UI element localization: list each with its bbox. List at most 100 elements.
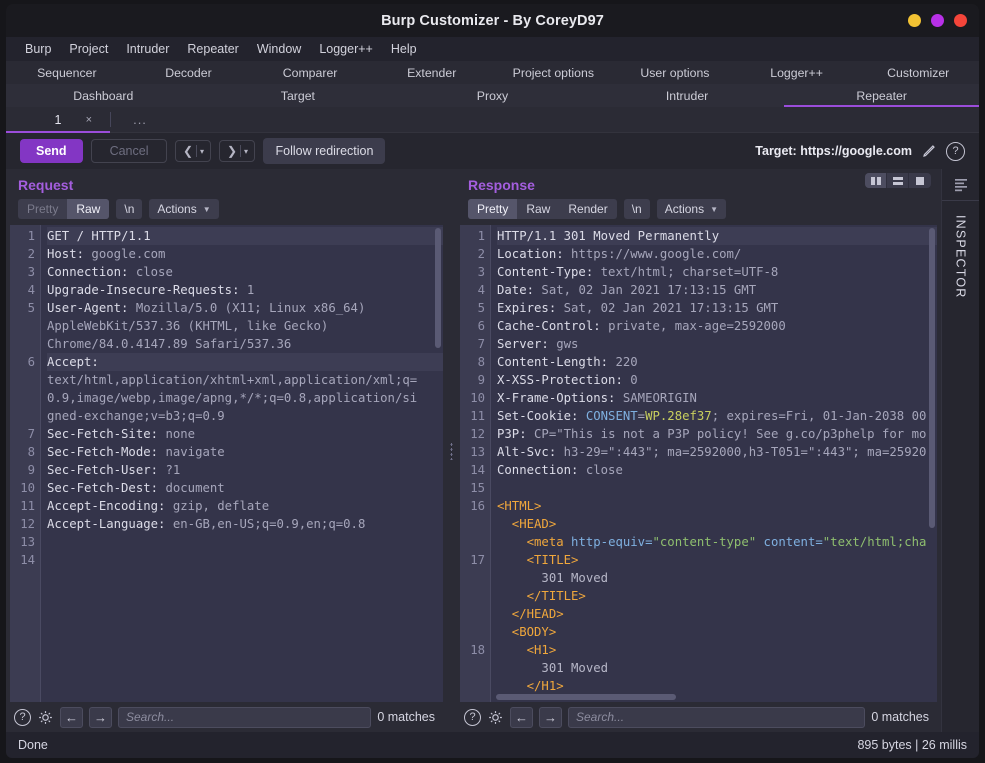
response-vertical-scrollbar[interactable] <box>929 228 935 528</box>
response-actions-label: Actions <box>664 202 705 216</box>
tab-user-options[interactable]: User options <box>614 61 736 84</box>
menu-help[interactable]: Help <box>382 39 426 59</box>
tab-loggerpp[interactable]: Logger++ <box>736 61 858 84</box>
response-horizontal-scrollbar[interactable] <box>496 694 676 700</box>
tab-project-options[interactable]: Project options <box>493 61 615 84</box>
response-newline-toggle[interactable]: \n <box>623 199 650 219</box>
request-newline-toggle[interactable]: \n <box>116 199 143 219</box>
chevron-down-icon: ▾ <box>244 146 249 156</box>
response-tab-render[interactable]: Render <box>559 199 616 219</box>
code-token: Server: <box>497 337 557 351</box>
menu-bar: Burp Project Intruder Repeater Window Lo… <box>6 37 979 61</box>
gear-icon[interactable] <box>37 709 54 726</box>
menu-intruder[interactable]: Intruder <box>117 39 178 59</box>
line-number: 14 <box>470 463 485 477</box>
request-tab-pretty[interactable]: Pretty <box>18 199 67 219</box>
window-controls <box>908 4 967 37</box>
menu-loggerpp[interactable]: Logger++ <box>310 39 382 59</box>
tab-extender[interactable]: Extender <box>371 61 493 84</box>
menu-window[interactable]: Window <box>248 39 310 59</box>
response-editor[interactable]: 1 2 3 4 5 6 7 8 9 10 11 12 13 14 15 16 17 18 HTTP/1.1 3… <box>460 225 937 702</box>
back-button[interactable]: ❮ ▾ <box>175 140 212 162</box>
request-code[interactable]: GET / HTTP/1.1 Host: google.com Connection… <box>40 225 443 702</box>
code-line: User-Agent: Mozilla/5.0 (X11; Linux x86_… <box>47 299 443 317</box>
menu-repeater[interactable]: Repeater <box>178 39 247 59</box>
line-number: 15 <box>470 481 485 495</box>
menu-burp[interactable]: Burp <box>16 39 60 59</box>
code-token: </TITLE> <box>497 589 586 603</box>
line-number <box>460 569 490 587</box>
tab-repeater[interactable]: Repeater <box>784 84 979 107</box>
title-bar: Burp Customizer - By CoreyD97 <box>6 4 979 37</box>
help-icon[interactable]: ? <box>464 708 481 726</box>
cancel-button[interactable]: Cancel <box>90 139 168 163</box>
code-token: Sec-Fetch-Dest: <box>47 481 166 495</box>
request-actions-menu[interactable]: Actions ▼ <box>149 199 219 219</box>
menu-project[interactable]: Project <box>60 39 117 59</box>
line-number: 11 <box>20 499 35 513</box>
tab-customizer[interactable]: Customizer <box>857 61 979 84</box>
split-horizontal-icon[interactable] <box>887 173 909 188</box>
response-tab-raw[interactable]: Raw <box>517 199 559 219</box>
request-vertical-scrollbar[interactable] <box>435 228 441 348</box>
code-line: gned-exchange;v=b3;q=0.9 <box>47 407 443 425</box>
tab-target[interactable]: Target <box>201 84 396 107</box>
response-actions-menu[interactable]: Actions ▼ <box>656 199 727 219</box>
search-previous-button[interactable]: ← <box>60 706 83 728</box>
follow-redirection-button[interactable]: Follow redirection <box>263 138 386 164</box>
code-line: Expires: Sat, 02 Jan 2021 17:13:15 GMT <box>497 299 937 317</box>
tab-intruder[interactable]: Intruder <box>590 84 785 107</box>
response-search-input[interactable] <box>568 706 866 728</box>
single-pane-icon[interactable] <box>909 173 931 188</box>
search-next-button[interactable]: → <box>89 706 112 728</box>
code-line: <BODY> <box>497 623 937 641</box>
request-title: Request <box>18 177 74 193</box>
pane-splitter[interactable] <box>447 169 456 732</box>
code-token: WP.28ef37 <box>645 409 712 423</box>
minimize-button[interactable] <box>908 14 921 27</box>
code-token: h3-29=":443"; ma=2592000,h3-T051=":443";… <box>563 445 927 459</box>
gear-icon[interactable] <box>487 709 504 726</box>
request-format-group: Pretty Raw <box>18 199 110 219</box>
code-line: Set-Cookie: CONSENT=WP.28ef37; expires=F… <box>497 407 937 425</box>
line-number: 2 <box>27 247 35 261</box>
new-tab-button[interactable]: ... <box>111 107 169 132</box>
request-editor[interactable]: 12345 6 7 8 9 10 11 12 13 14 GET / HTTP/1.1 Host… <box>10 225 443 702</box>
tab-proxy[interactable]: Proxy <box>395 84 590 107</box>
splitter-grip-icon <box>450 441 453 460</box>
code-line: </H1> <box>497 677 937 695</box>
send-button[interactable]: Send <box>20 139 83 163</box>
search-next-button[interactable]: → <box>539 706 562 728</box>
code-token: Accept: <box>47 355 99 369</box>
request-response-split: Request Pretty Raw \n Actions ▼ 12345 6 … <box>6 169 979 732</box>
pencil-icon[interactable] <box>921 143 937 159</box>
code-token: Chrome/84.0.4147.89 Safari/537.36 <box>47 337 292 351</box>
split-vertical-icon[interactable] <box>865 173 887 188</box>
tab-sequencer[interactable]: Sequencer <box>6 61 128 84</box>
help-icon[interactable]: ? <box>946 141 965 161</box>
code-line: Location: https://www.google.com/ <box>497 245 937 263</box>
code-line: Date: Sat, 02 Jan 2021 17:13:15 GMT <box>497 281 937 299</box>
tab-comparer[interactable]: Comparer <box>249 61 371 84</box>
response-code[interactable]: HTTP/1.1 301 Moved Permanently Location: … <box>490 225 937 702</box>
request-tab-raw[interactable]: Raw <box>67 199 110 219</box>
search-previous-button[interactable]: ← <box>510 706 533 728</box>
help-icon[interactable]: ? <box>14 708 31 726</box>
tab-dashboard[interactable]: Dashboard <box>6 84 201 107</box>
response-tab-pretty[interactable]: Pretty <box>468 199 518 219</box>
request-search-input[interactable] <box>118 706 372 728</box>
inspector-panel[interactable]: INSPECTOR <box>941 169 979 732</box>
hamburger-lines-icon[interactable] <box>953 169 969 200</box>
forward-button[interactable]: ❯ ▾ <box>219 140 256 162</box>
maximize-button[interactable] <box>931 14 944 27</box>
close-button[interactable] <box>954 14 967 27</box>
line-number <box>460 605 490 623</box>
repeater-tab-1[interactable]: 1 × <box>6 107 110 133</box>
tab-decoder[interactable]: Decoder <box>128 61 250 84</box>
close-icon[interactable]: × <box>86 114 92 126</box>
line-number: 12 <box>470 427 485 441</box>
chevron-down-icon: ▼ <box>202 204 211 214</box>
code-token: </H1> <box>497 679 564 693</box>
code-line: 301 Moved <box>497 569 937 587</box>
